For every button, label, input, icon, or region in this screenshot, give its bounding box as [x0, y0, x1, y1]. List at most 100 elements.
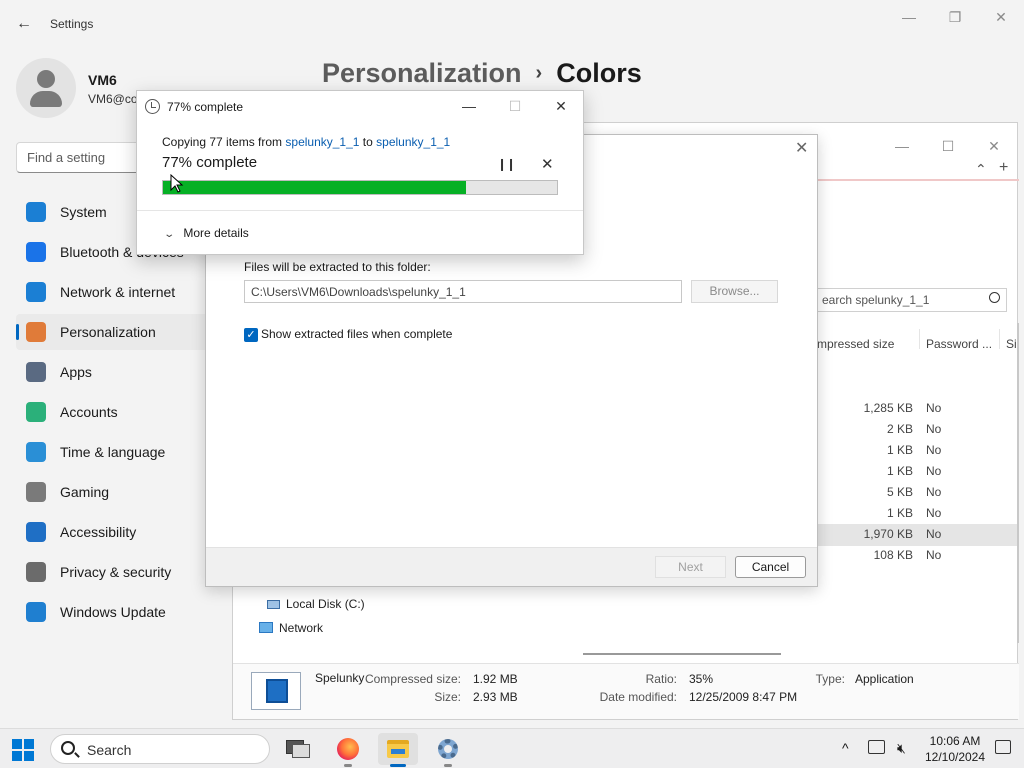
- show-files-checkbox[interactable]: ✓: [244, 328, 258, 342]
- row-password[interactable]: No: [926, 443, 941, 457]
- sidebar-item-network-internet[interactable]: Network & internet: [16, 274, 222, 310]
- new-tab-icon[interactable]: +: [999, 159, 1008, 177]
- maximize-icon[interactable]: ❐: [932, 6, 978, 28]
- details-ratio: 35%: [689, 672, 714, 686]
- row-compressed-size[interactable]: 1 KB: [813, 464, 913, 478]
- row-password[interactable]: No: [926, 464, 941, 478]
- windows-logo-tile: [24, 751, 34, 761]
- sidebar-item-label: Time & language: [60, 444, 166, 460]
- details-size-label: Size:: [434, 690, 461, 704]
- chevron-up-icon[interactable]: ⌃: [975, 161, 987, 178]
- sidebar-item-windows-update[interactable]: Windows Update: [16, 594, 222, 630]
- file-explorer-icon[interactable]: [378, 733, 418, 767]
- sidebar-item-accessibility[interactable]: Accessibility: [16, 514, 222, 550]
- extract-folder-label: Files will be extracted to this folder:: [244, 260, 431, 274]
- show-hidden-icons-icon[interactable]: ^: [842, 740, 849, 756]
- network-icon: [259, 622, 273, 633]
- row-password[interactable]: No: [926, 548, 941, 562]
- taskbar-search-label: Search: [87, 742, 132, 758]
- magnifier-icon: [989, 292, 1000, 303]
- windows-logo-tile: [12, 739, 22, 749]
- copying-status: Copying 77 items from spelunky_1_1 to sp…: [162, 135, 450, 149]
- details-pane: Spelunky Compressed size: 1.92 MB Size: …: [233, 663, 1019, 719]
- mouse-cursor-icon: [170, 174, 184, 193]
- taskbar-clock[interactable]: 10:06 AM 12/10/2024: [924, 733, 986, 765]
- vertical-scrollbar[interactable]: [1017, 323, 1019, 643]
- sidebar-item-personalization[interactable]: Personalization: [16, 314, 222, 350]
- row-compressed-size[interactable]: 5 KB: [813, 485, 913, 499]
- column-header-size[interactable]: Si: [1006, 337, 1017, 351]
- breadcrumb-parent[interactable]: Personalization: [322, 58, 522, 88]
- start-button[interactable]: [12, 739, 34, 761]
- row-password[interactable]: No: [926, 527, 941, 541]
- volume-muted-icon[interactable]: 🔇︎: [897, 740, 906, 757]
- row-compressed-size[interactable]: 1,285 KB: [813, 401, 913, 415]
- cancel-button[interactable]: Cancel: [735, 556, 806, 578]
- details-type: Application: [855, 672, 914, 686]
- sidebar-item-apps[interactable]: Apps: [16, 354, 222, 390]
- user-head-icon: [37, 70, 55, 88]
- row-compressed-size[interactable]: 1 KB: [813, 443, 913, 457]
- browse-button[interactable]: Browse...: [691, 280, 778, 303]
- more-details-button[interactable]: ⌄ More details: [163, 226, 249, 240]
- column-header-password[interactable]: Password ...: [926, 337, 992, 351]
- sidebar-item-label: Network & internet: [60, 284, 176, 300]
- sidebar-item-time-language[interactable]: Time & language: [16, 434, 222, 470]
- details-size: 2.93 MB: [473, 690, 518, 704]
- close-icon[interactable]: ✕: [978, 6, 1024, 28]
- system-icon: [26, 202, 46, 222]
- progress-bar-fill: [163, 181, 467, 194]
- row-compressed-size[interactable]: 108 KB: [813, 548, 913, 562]
- accounts-icon: [26, 402, 46, 422]
- sidebar-item-label: Windows Update: [60, 604, 166, 620]
- notifications-icon[interactable]: [995, 740, 1011, 754]
- row-password[interactable]: No: [926, 422, 941, 436]
- explorer-search-input[interactable]: earch spelunky_1_1: [815, 288, 1007, 312]
- network-monitor-icon[interactable]: [868, 740, 885, 754]
- row-password[interactable]: No: [926, 485, 941, 499]
- extract-close-icon[interactable]: ✕: [795, 141, 811, 157]
- update-icon: [26, 602, 46, 622]
- shield-icon: [26, 562, 46, 582]
- destination-folder-link[interactable]: spelunky_1_1: [376, 135, 450, 149]
- row-compressed-size[interactable]: 1,970 KB: [813, 527, 913, 541]
- settings-gear-icon[interactable]: [428, 733, 468, 767]
- firefox-icon[interactable]: [328, 733, 368, 767]
- sidebar-item-privacy-security[interactable]: Privacy & security: [16, 554, 222, 590]
- cancel-copy-icon[interactable]: ✕: [541, 155, 554, 173]
- task-view-icon[interactable]: [278, 733, 318, 765]
- explorer-close-icon[interactable]: ✕: [971, 135, 1017, 157]
- progress-close-icon[interactable]: ✕: [551, 97, 571, 115]
- tree-item-local-disk[interactable]: Local Disk (C:): [267, 597, 365, 611]
- row-compressed-size[interactable]: 2 KB: [813, 422, 913, 436]
- progress-minimize-icon[interactable]: —: [459, 97, 479, 115]
- row-compressed-size[interactable]: 1 KB: [813, 506, 913, 520]
- copying-to: to: [362, 135, 373, 149]
- column-header-compressed-size[interactable]: mpressed size: [817, 337, 894, 351]
- source-folder-link[interactable]: spelunky_1_1: [285, 135, 359, 149]
- row-password[interactable]: No: [926, 401, 941, 415]
- taskbar-search[interactable]: Search: [50, 734, 270, 764]
- show-files-label[interactable]: Show extracted files when complete: [261, 327, 452, 341]
- column-divider[interactable]: [919, 329, 920, 349]
- window-title: Settings: [50, 17, 94, 31]
- avatar[interactable]: [16, 58, 76, 118]
- row-password[interactable]: No: [926, 506, 941, 520]
- more-details-label: More details: [183, 226, 249, 240]
- explorer-maximize-icon[interactable]: ☐: [925, 135, 971, 157]
- details-ratio-label: Ratio:: [645, 672, 677, 686]
- destination-path-input[interactable]: C:\Users\VM6\Downloads\spelunky_1_1: [244, 280, 682, 303]
- next-button[interactable]: Next: [655, 556, 726, 578]
- progress-maximize-icon: ☐: [508, 98, 522, 114]
- tree-item-network[interactable]: Network: [259, 621, 323, 635]
- pause-icon[interactable]: ❙❙: [497, 157, 516, 171]
- sidebar-item-accounts[interactable]: Accounts: [16, 394, 222, 430]
- explorer-minimize-icon[interactable]: —: [879, 135, 925, 157]
- sidebar-item-gaming[interactable]: Gaming: [16, 474, 222, 510]
- gamepad-icon: [26, 482, 46, 502]
- column-divider[interactable]: [999, 329, 1000, 349]
- minimize-icon[interactable]: —: [886, 6, 932, 28]
- back-arrow-icon[interactable]: ←: [14, 14, 34, 34]
- divider: [137, 210, 583, 211]
- horizontal-scrollbar[interactable]: [583, 653, 781, 655]
